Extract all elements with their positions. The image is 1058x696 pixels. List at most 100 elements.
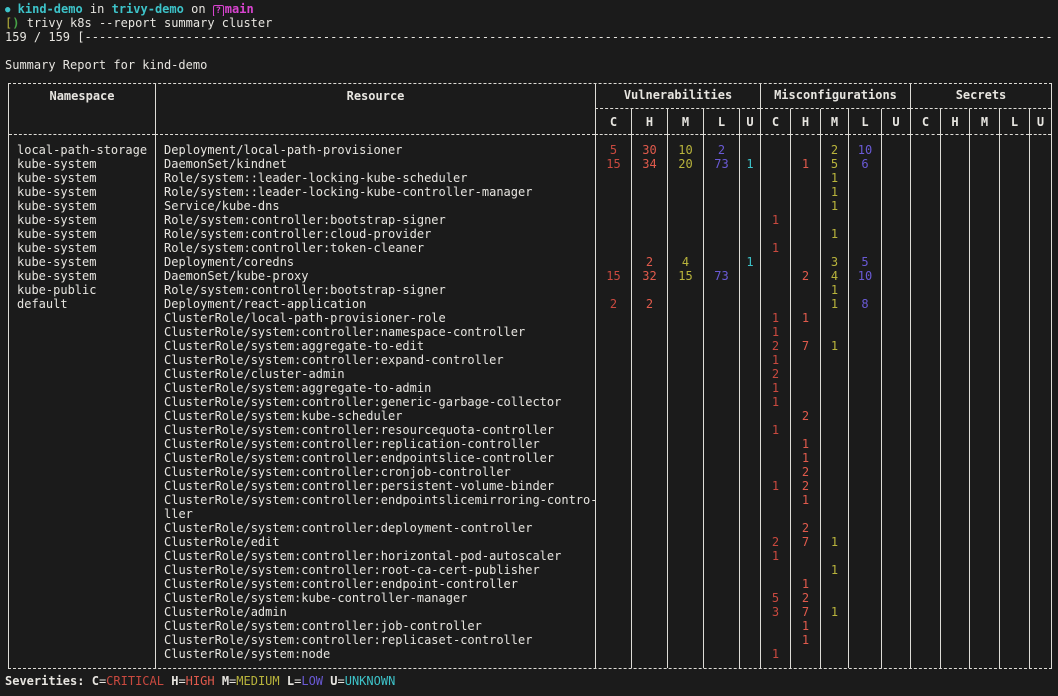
cell-line: 1 bbox=[761, 241, 790, 255]
cell-line bbox=[791, 185, 820, 199]
cell-line bbox=[740, 227, 760, 241]
cell-line bbox=[970, 451, 999, 465]
cell-line: 1 bbox=[761, 381, 790, 395]
cell-line bbox=[761, 297, 790, 311]
cell-line bbox=[761, 521, 790, 535]
cell-line bbox=[882, 297, 910, 311]
cell-line bbox=[970, 395, 999, 409]
cell-line bbox=[791, 563, 820, 577]
cell-line bbox=[1000, 283, 1029, 297]
cell-line bbox=[911, 325, 940, 339]
cell-line bbox=[911, 381, 940, 395]
cell-line bbox=[704, 367, 739, 381]
cell-line: 2 bbox=[791, 465, 820, 479]
cell-line bbox=[704, 353, 739, 367]
cell-line bbox=[791, 325, 820, 339]
cell-line bbox=[1030, 143, 1051, 157]
cell-line bbox=[911, 269, 940, 283]
col-group-vulnerabilities: Vulnerabilities bbox=[595, 84, 760, 109]
cell-line bbox=[1030, 255, 1051, 269]
cell-line bbox=[941, 619, 969, 633]
severities-legend: Severities: C=CRITICAL H=HIGH M=MEDIUM L… bbox=[5, 674, 1052, 688]
cell-line: 8 bbox=[849, 297, 881, 311]
cell-line bbox=[704, 185, 739, 199]
cell-line bbox=[1030, 213, 1051, 227]
cell-line bbox=[596, 535, 631, 549]
cell-line: ClusterRole/system:controller:endpointsl… bbox=[164, 493, 595, 507]
cell-line bbox=[941, 157, 969, 171]
cell-line bbox=[849, 423, 881, 437]
cell-line bbox=[17, 591, 155, 605]
cell-line: ClusterRole/system:controller:namespace-… bbox=[164, 325, 595, 339]
cell-line bbox=[791, 213, 820, 227]
cell-line: 73 bbox=[704, 269, 739, 283]
cell-line bbox=[740, 325, 760, 339]
cell-line: 1 bbox=[791, 493, 820, 507]
cell-line: 1 bbox=[761, 479, 790, 493]
cell-line bbox=[970, 283, 999, 297]
cell-line bbox=[941, 171, 969, 185]
cell-line bbox=[911, 535, 940, 549]
cell-line bbox=[740, 213, 760, 227]
cell-line: 30 bbox=[632, 143, 667, 157]
cell-line: 1 bbox=[821, 171, 848, 185]
cell-line: Deployment/local-path-provisioner bbox=[164, 143, 595, 157]
cell-line: 1 bbox=[761, 395, 790, 409]
cell-line bbox=[596, 241, 631, 255]
cell-line bbox=[882, 269, 910, 283]
cell-line bbox=[882, 423, 910, 437]
cell-line: ClusterRole/system:aggregate-to-edit bbox=[164, 339, 595, 353]
cell-line: Service/kube-dns bbox=[164, 199, 595, 213]
cell-line bbox=[911, 311, 940, 325]
cell-line bbox=[704, 409, 739, 423]
cell-line bbox=[791, 395, 820, 409]
cell-line: 1 bbox=[791, 311, 820, 325]
cell-line bbox=[849, 395, 881, 409]
cell-line: 2 bbox=[791, 269, 820, 283]
terminal[interactable]: ● kind-demo in trivy-demo on ?main [) tr… bbox=[0, 0, 1058, 688]
cell-line bbox=[632, 507, 667, 521]
cell-line bbox=[704, 633, 739, 647]
cell-line bbox=[849, 451, 881, 465]
cell-line bbox=[882, 507, 910, 521]
cell-line: ClusterRole/local-path-provisioner-role bbox=[164, 311, 595, 325]
cell-line bbox=[970, 619, 999, 633]
cell-line bbox=[668, 297, 703, 311]
prompt-on-word: on bbox=[191, 2, 205, 16]
cell-line bbox=[596, 605, 631, 619]
cell-line bbox=[882, 367, 910, 381]
cell-line bbox=[761, 255, 790, 269]
cell-line: ClusterRole/cluster-admin bbox=[164, 367, 595, 381]
cell-line bbox=[17, 619, 155, 633]
cell-line bbox=[740, 479, 760, 493]
cell-line bbox=[704, 493, 739, 507]
cell-line bbox=[849, 227, 881, 241]
severity-equals: = bbox=[178, 674, 185, 688]
cell-line bbox=[882, 535, 910, 549]
cell-line: DaemonSet/kube-proxy bbox=[164, 269, 595, 283]
cell-line bbox=[740, 549, 760, 563]
cell-line bbox=[970, 437, 999, 451]
cell-line bbox=[970, 185, 999, 199]
cell-line bbox=[1000, 437, 1029, 451]
cell-line bbox=[970, 339, 999, 353]
cell-line bbox=[970, 241, 999, 255]
cell-line: kube-system bbox=[17, 199, 155, 213]
cell-line bbox=[791, 143, 820, 157]
cell-line: 2 bbox=[761, 339, 790, 353]
cell-line bbox=[849, 353, 881, 367]
cell-line bbox=[668, 227, 703, 241]
cell-line bbox=[632, 423, 667, 437]
severity-key-m: M bbox=[222, 674, 229, 688]
cell-line bbox=[761, 619, 790, 633]
cell-line bbox=[941, 409, 969, 423]
cell-line bbox=[17, 465, 155, 479]
cell-line bbox=[1000, 269, 1029, 283]
command-line: [) trivy k8s --report summary cluster bbox=[5, 16, 1052, 30]
cell-line bbox=[849, 409, 881, 423]
cell-line bbox=[791, 241, 820, 255]
cell-line bbox=[911, 437, 940, 451]
cell-line bbox=[704, 521, 739, 535]
cell-line bbox=[911, 507, 940, 521]
cell-line bbox=[704, 465, 739, 479]
